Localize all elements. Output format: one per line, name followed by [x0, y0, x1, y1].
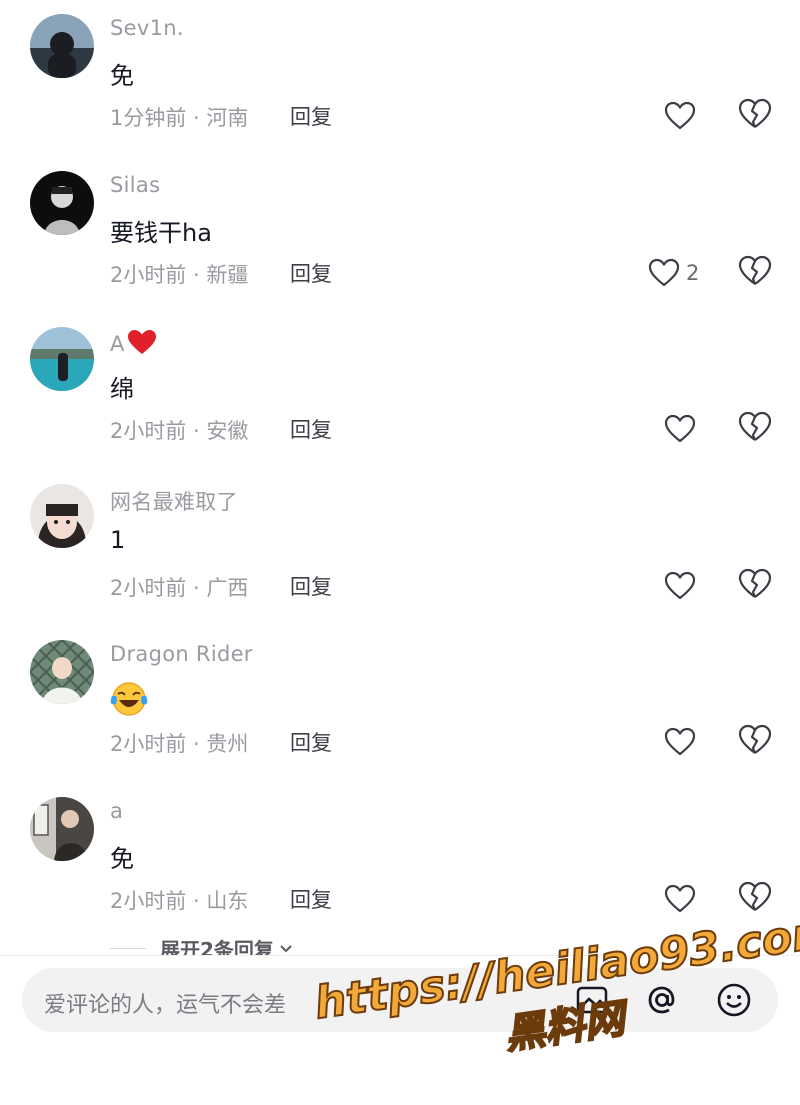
avatar[interactable] — [30, 484, 94, 548]
comment-meta: 1分钟前 · 河南 — [110, 106, 249, 130]
heart-icon — [648, 258, 680, 287]
comment-item: 网名最难取了 1 2小时前 · 广西 回复 — [0, 470, 800, 626]
broken-heart-icon — [738, 98, 772, 128]
comment-item: A 绵 2小时前 · 安徽 回复 — [0, 313, 800, 469]
dislike-button[interactable] — [738, 724, 772, 758]
red-heart-emoji — [127, 330, 156, 354]
comment-item: Sev1n. 免 1分钟前 · 河南 回复 — [0, 0, 800, 156]
divider — [110, 947, 146, 949]
like-button[interactable] — [664, 566, 702, 606]
laugh-cry-emoji — [110, 682, 148, 716]
reply-button[interactable]: 回复 — [290, 571, 332, 601]
like-button[interactable] — [664, 96, 702, 136]
reply-button[interactable]: 回复 — [290, 414, 332, 444]
avatar[interactable] — [30, 797, 94, 861]
reply-button[interactable]: 回复 — [290, 884, 332, 914]
username[interactable]: Silas — [110, 173, 160, 197]
comment-item: Silas 要钱干ha 2小时前 · 新疆 回复 2 — [0, 157, 800, 313]
input-placeholder: 爱评论的人，运气不会差 — [44, 993, 287, 1018]
username[interactable]: 网名最难取了 — [110, 486, 238, 516]
reply-button[interactable]: 回复 — [290, 258, 332, 288]
like-count: 2 — [686, 261, 700, 285]
like-button[interactable]: 2 — [648, 253, 699, 293]
broken-heart-icon — [738, 255, 772, 285]
dislike-button[interactable] — [738, 98, 772, 132]
heart-icon — [664, 101, 696, 130]
comment-meta: 2小时前 · 广西 — [110, 576, 249, 600]
chevron-down-icon — [280, 945, 292, 953]
heart-icon — [664, 414, 696, 443]
comment-meta: 2小时前 · 安徽 — [110, 419, 249, 443]
comment-meta: 2小时前 · 新疆 — [110, 263, 249, 287]
heart-icon — [664, 571, 696, 600]
broken-heart-icon — [738, 411, 772, 441]
avatar[interactable] — [30, 14, 94, 78]
avatar[interactable] — [30, 171, 94, 235]
comment-item: Dragon Rider 2小时前 · 贵州 回复 — [0, 626, 800, 782]
like-button[interactable] — [664, 409, 702, 449]
avatar[interactable] — [30, 327, 94, 391]
comment-text — [110, 682, 148, 718]
avatar[interactable] — [30, 640, 94, 704]
broken-heart-icon — [738, 724, 772, 754]
comment-text: 1 — [110, 526, 126, 554]
dislike-button[interactable] — [738, 255, 772, 289]
dislike-button[interactable] — [738, 411, 772, 445]
username[interactable]: A — [110, 329, 157, 356]
comment-meta: 2小时前 · 山东 — [110, 889, 249, 913]
username[interactable]: Sev1n. — [110, 16, 184, 40]
comment-meta: 2小时前 · 贵州 — [110, 732, 249, 756]
comment-text: 要钱干ha — [110, 219, 212, 247]
dislike-button[interactable] — [738, 568, 772, 602]
comment-text: 免 — [110, 62, 134, 90]
username[interactable]: a — [110, 799, 123, 823]
username[interactable]: Dragon Rider — [110, 642, 253, 666]
heart-icon — [664, 727, 696, 756]
reply-button[interactable]: 回复 — [290, 101, 332, 131]
comment-text: 绵 — [110, 375, 134, 403]
like-button[interactable] — [664, 722, 702, 762]
broken-heart-icon — [738, 568, 772, 598]
reply-button[interactable]: 回复 — [290, 727, 332, 757]
comment-text: 免 — [110, 845, 134, 873]
